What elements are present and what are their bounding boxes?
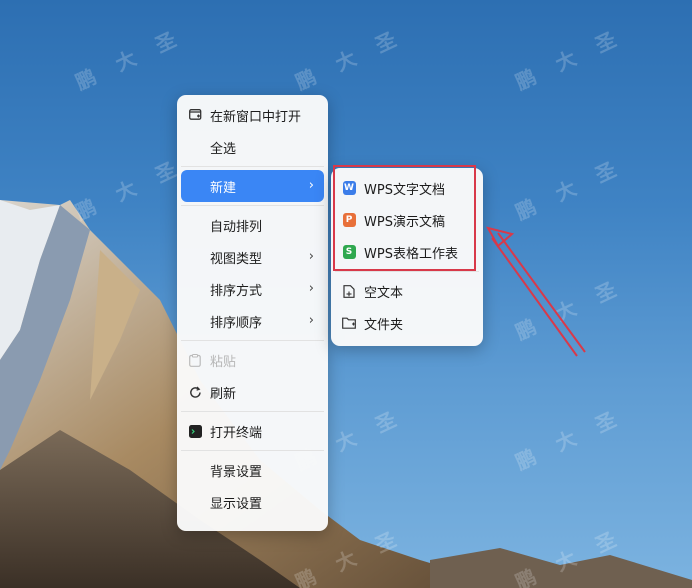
menu-item-label: 新建 (210, 180, 237, 196)
paste-icon (188, 353, 202, 367)
menu-item-sort-by[interactable]: 排序方式 › (181, 273, 324, 305)
new-window-icon (188, 108, 202, 122)
menu-item-label: 视图类型 (210, 251, 263, 267)
menu-item-label: 文件夹 (364, 317, 404, 333)
terminal-icon (188, 424, 202, 438)
menu-divider (181, 411, 324, 412)
highlight-box (333, 165, 476, 271)
menu-divider (181, 340, 324, 341)
menu-item-sort-order[interactable]: 排序顺序 › (181, 305, 324, 337)
menu-item-open-terminal[interactable]: 打开终端 (181, 415, 324, 447)
chevron-right-icon: › (308, 178, 314, 193)
menu-item-label: 背景设置 (210, 464, 263, 480)
submenu-item-folder[interactable]: 文件夹 (335, 307, 479, 339)
menu-item-auto-arrange[interactable]: 自动排列 (181, 209, 324, 241)
menu-item-label: 显示设置 (210, 496, 263, 512)
menu-item-view-type[interactable]: 视图类型 › (181, 241, 324, 273)
menu-item-label: 粘贴 (210, 354, 237, 370)
menu-divider (335, 271, 479, 272)
menu-item-open-in-new-window[interactable]: 在新窗口中打开 (181, 99, 324, 131)
desktop-context-menu: 在新窗口中打开 全选 新建 › 自动排列 视图类型 › 排序方式 › 排序顺序 … (177, 95, 328, 531)
menu-item-label: 全选 (210, 141, 237, 157)
menu-divider (181, 450, 324, 451)
menu-item-label: 在新窗口中打开 (210, 109, 302, 125)
menu-item-label: 打开终端 (210, 425, 263, 441)
menu-item-new[interactable]: 新建 › (181, 170, 324, 202)
menu-item-label: 空文本 (364, 285, 404, 301)
chevron-right-icon: › (308, 313, 314, 328)
refresh-icon (188, 385, 202, 399)
menu-item-label: 排序顺序 (210, 315, 263, 331)
menu-item-label: 自动排列 (210, 219, 263, 235)
chevron-right-icon: › (308, 281, 314, 296)
chevron-right-icon: › (308, 249, 314, 264)
menu-item-background-settings[interactable]: 背景设置 (181, 454, 324, 486)
menu-item-display-settings[interactable]: 显示设置 (181, 486, 324, 518)
menu-item-label: 刷新 (210, 386, 237, 402)
menu-item-refresh[interactable]: 刷新 (181, 376, 324, 408)
menu-item-label: 排序方式 (210, 283, 263, 299)
menu-item-select-all[interactable]: 全选 (181, 131, 324, 163)
blank-text-icon (342, 284, 356, 298)
menu-divider (181, 166, 324, 167)
submenu-item-blank-text[interactable]: 空文本 (335, 275, 479, 307)
folder-icon (342, 316, 356, 330)
menu-item-paste[interactable]: 粘贴 (181, 344, 324, 376)
menu-divider (181, 205, 324, 206)
